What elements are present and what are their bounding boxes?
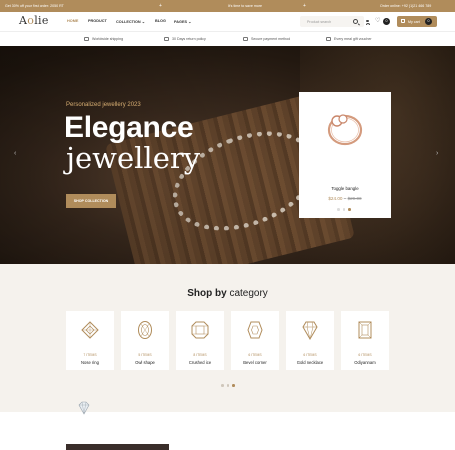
category-name: Owl shape [135, 360, 155, 365]
shop-by-category-section: Shop by category 7 ITEMS Nose ring 5 ITE… [0, 264, 455, 412]
gift-icon [326, 37, 331, 41]
category-count: 6 ITEMS [358, 353, 372, 357]
category-card[interactable]: 8 ITEMS Crushed ice [176, 311, 224, 370]
heart-icon[interactable]: ♡ [375, 18, 380, 24]
category-name: Bevel corner [243, 360, 267, 365]
nav-home[interactable]: HOME [67, 19, 78, 23]
search-icon[interactable] [353, 18, 358, 24]
feature-secure-payment: Secure payment method [243, 37, 290, 41]
category-name: Nose ring [81, 360, 99, 365]
category-pagination [221, 384, 235, 387]
category-name: Odiyannam [354, 360, 376, 365]
truck-icon [84, 37, 89, 41]
bevel-corner-icon [247, 321, 263, 339]
hero-prev-arrow-icon[interactable]: ‹ [14, 150, 16, 157]
pagination-dot[interactable] [342, 208, 345, 211]
announcement-order-phone[interactable]: Order online: +92 (1)21 466 789 [380, 4, 431, 8]
site-logo[interactable]: Aolie [19, 14, 49, 27]
announcement-bar: Get 30% off your first order: 2050 RT + … [0, 0, 455, 12]
price-current: $24.00 [328, 196, 343, 201]
bangle-image [327, 114, 363, 146]
pagination-dot[interactable] [221, 384, 224, 387]
pagination-dot[interactable] [226, 384, 229, 387]
category-name: Crushed ice [188, 360, 212, 365]
pagination-dot[interactable] [337, 208, 340, 211]
wishlist-count-badge: 0 [383, 18, 390, 25]
category-card[interactable]: 5 ITEMS Owl shape [121, 311, 169, 370]
category-count: 7 ITEMS [83, 353, 97, 357]
hero-title-line2: jewellery [66, 141, 201, 175]
category-count: 6 ITEMS [303, 353, 317, 357]
search-placeholder: Product search [307, 20, 332, 24]
announcement-discount: Get 30% off your first order: 2050 RT [5, 4, 64, 8]
category-count: 6 ITEMS [248, 353, 262, 357]
shield-icon [243, 37, 248, 41]
nose-ring-icon [81, 321, 99, 339]
chevron-down-icon: ⌄ [141, 20, 145, 24]
cart-label: My cart [408, 20, 420, 24]
nav-product[interactable]: PRODUCT [88, 19, 107, 23]
category-count: 5 ITEMS [138, 353, 152, 357]
site-header: Aolie HOME PRODUCT COLLECTION ⌄ BLOG PAG… [0, 12, 455, 31]
price-original: $29.00 [347, 196, 362, 201]
category-card[interactable]: 6 ITEMS Gold necklace [286, 311, 334, 370]
bag-icon [401, 19, 405, 23]
category-card[interactable]: 6 ITEMS Bevel corner [231, 311, 279, 370]
features-bar: Worldwide shipping 30 Days return policy… [0, 31, 455, 46]
category-count: 8 ITEMS [193, 353, 207, 357]
featured-product-card[interactable]: Toggle bangle $24.00 – $29.00 [299, 92, 391, 218]
category-name: Gold necklace [296, 360, 324, 365]
announcement-save: It's time to save more [228, 4, 263, 8]
pagination-dot-active[interactable] [348, 208, 351, 211]
crushed-ice-icon [191, 321, 209, 339]
card-pagination [337, 208, 351, 211]
product-name[interactable]: Toggle bangle [299, 186, 391, 191]
hero-subtitle: Personalized jewellery 2023 [66, 102, 141, 108]
search-input[interactable]: Product search [300, 16, 364, 27]
return-icon [164, 37, 169, 41]
section-image [66, 444, 169, 450]
pagination-dot-active[interactable] [232, 384, 235, 387]
nav-collection[interactable]: COLLECTION ⌄ [116, 19, 145, 24]
gold-necklace-icon [302, 321, 318, 340]
category-card[interactable]: 7 ITEMS Nose ring [66, 311, 114, 370]
cart-count-badge: 0 [425, 18, 432, 25]
diamond-decoration-icon [78, 401, 90, 415]
separator-plus-icon: + [159, 3, 162, 9]
nav-pages[interactable]: PAGES ⌄ [174, 19, 191, 24]
feature-shipping: Worldwide shipping [84, 37, 123, 41]
separator-plus-icon: + [303, 3, 306, 9]
odiyannam-icon [358, 321, 372, 339]
category-card[interactable]: 6 ITEMS Odiyannam [341, 311, 389, 370]
user-icon[interactable] [365, 20, 370, 25]
feature-gift-voucher: Every meal gift voucher [326, 37, 372, 41]
owl-shape-icon [138, 321, 152, 339]
hero-next-arrow-icon[interactable]: › [436, 150, 438, 157]
cart-button[interactable]: My cart 0 [397, 16, 437, 27]
chevron-down-icon: ⌄ [188, 20, 192, 24]
shop-collection-button[interactable]: SHOP COLLECTION [66, 194, 116, 208]
product-price: $24.00 – $29.00 [328, 196, 362, 201]
nav-blog[interactable]: BLOG [155, 19, 166, 23]
feature-return: 30 Days return policy [164, 37, 206, 41]
hero-banner: Personalized jewellery 2023 Elegance jew… [0, 46, 455, 264]
hero-title-line1: Elegance [64, 111, 194, 144]
section-title: Shop by category [187, 288, 268, 299]
